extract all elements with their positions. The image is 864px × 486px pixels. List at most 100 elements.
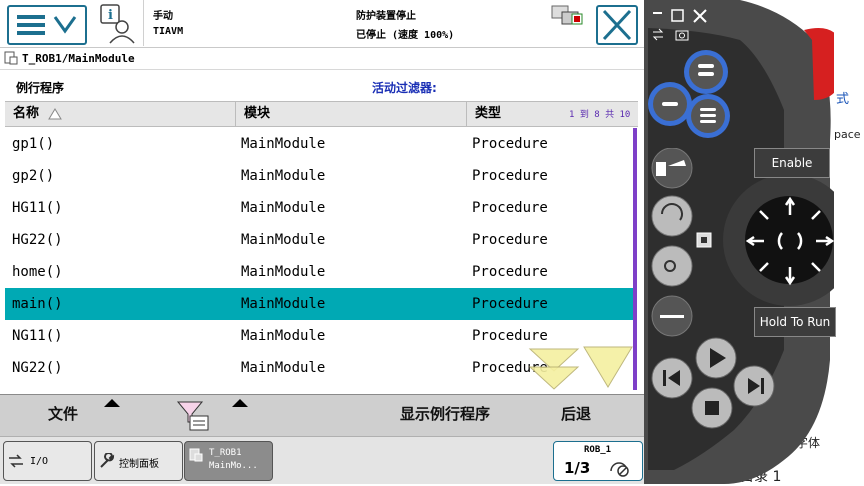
increment-key[interactable] (651, 245, 693, 287)
back-button[interactable]: 后退 (561, 395, 591, 437)
filter-bar: 例行程序 活动过滤器: (0, 72, 644, 100)
programmable-keys (648, 50, 730, 138)
table-header: 名称 模块 类型 1 到 8 共 10 (5, 101, 638, 127)
taskbar-control-panel[interactable]: 控制面板 (94, 441, 183, 481)
stop-key[interactable] (691, 387, 733, 429)
bg-text-1: 式 (836, 92, 850, 107)
start-key[interactable] (695, 337, 737, 379)
file-menu-label: 文件 (48, 405, 79, 423)
cell-module: MainModule (241, 168, 326, 184)
wrench-icon (100, 453, 115, 468)
svg-text:i: i (108, 8, 113, 23)
cell-type: Procedure (472, 168, 548, 184)
cell-name: HG22() (12, 232, 63, 248)
cell-type: Procedure (472, 232, 548, 248)
speed-icon (610, 462, 629, 477)
hold-key[interactable] (651, 295, 693, 337)
window-path-bar: T_ROB1/MainModule (0, 48, 644, 70)
io-icon (9, 454, 23, 468)
user-info-button[interactable]: i (95, 3, 139, 45)
close-button[interactable] (596, 5, 638, 45)
scroll-page-down-icon[interactable] (528, 348, 580, 390)
safety-status: 防护装置停止 (356, 11, 416, 22)
cell-type: Procedure (472, 200, 548, 216)
maximize-icon[interactable] (671, 9, 684, 22)
cell-name: NG22() (12, 360, 63, 376)
increment-fraction: 1/3 (564, 459, 591, 477)
cell-name: gp2() (12, 168, 55, 184)
windows-icon (551, 5, 583, 25)
back-label: 后退 (561, 405, 592, 423)
column-header-type[interactable]: 类型 (467, 102, 567, 126)
joystick-icon[interactable] (744, 195, 836, 287)
taskbar-io-label: I/O (30, 456, 49, 467)
mode-text: 手动 (153, 11, 173, 22)
taskbar-tab-line2: MainMo... (209, 461, 258, 471)
cell-type: Procedure (472, 264, 548, 280)
close-icon (602, 9, 632, 41)
step-backward-key[interactable] (651, 357, 693, 399)
cell-name: gp1() (12, 136, 55, 152)
table-row[interactable]: main() MainModule Procedure (5, 288, 635, 320)
taskbar-program-window[interactable]: T_ROB1 MainMo... (184, 441, 273, 481)
cell-type: Procedure (472, 296, 548, 312)
status-bar: 手动 TIAVM 防护装置停止 已停止 (速度 100%) (143, 0, 591, 46)
cell-type: Procedure (472, 136, 548, 152)
taskbar-control-panel-label: 控制面板 (119, 459, 159, 470)
system-name: TIAVM (153, 26, 184, 37)
hold-to-run-button[interactable]: Hold To Run (754, 307, 836, 337)
joystick-lock-icon[interactable] (696, 232, 712, 248)
swap-icon[interactable] (652, 28, 664, 41)
bg-text-2: pace (834, 128, 861, 141)
motion-mode-key[interactable] (651, 195, 693, 237)
column-header-name-label: 名称 (13, 106, 40, 121)
window-path: T_ROB1/MainModule (22, 52, 135, 65)
cell-name: home() (12, 264, 63, 280)
program-icon (4, 51, 18, 65)
main-menu-button[interactable] (7, 5, 87, 45)
column-header-name[interactable]: 名称 (5, 102, 236, 126)
step-forward-key[interactable] (733, 365, 775, 407)
taskbar-io[interactable]: I/O (3, 441, 92, 481)
cell-module: MainModule (241, 264, 326, 280)
pendant-toolbar (652, 28, 689, 41)
table-row[interactable]: HG11() MainModule Procedure (5, 192, 635, 224)
taskbar: I/O 控制面板 T_ROB1 MainMo... ROB_1 1/3 (0, 436, 644, 484)
enable-button[interactable]: Enable (754, 148, 830, 178)
cell-name: HG11() (12, 200, 63, 216)
scroll-controls (528, 346, 633, 390)
cell-module: MainModule (241, 360, 326, 376)
menu-icon (17, 15, 77, 35)
cell-module: MainModule (241, 200, 326, 216)
cell-module: MainModule (241, 296, 326, 312)
command-bar: 文件 显示例行程序 后退 (0, 394, 644, 436)
filter-button-icon[interactable] (176, 400, 212, 432)
run-state: 已停止 (速度 100%) (356, 30, 455, 41)
program-tab-icon (189, 448, 203, 462)
mechanical-unit-key[interactable] (651, 148, 693, 189)
function-keys (651, 148, 693, 337)
top-bar: i 手动 TIAVM 防护装置停止 已停止 (速度 100%) (0, 0, 644, 48)
scroll-down-icon[interactable] (583, 346, 633, 388)
row-range: 1 到 8 共 10 (569, 110, 631, 120)
camera-icon[interactable] (675, 30, 689, 41)
quickset-button[interactable]: ROB_1 1/3 (553, 441, 643, 481)
cell-name: NG11() (12, 328, 63, 344)
table-row[interactable]: HG22() MainModule Procedure (5, 224, 635, 256)
show-routine-label: 显示例行程序 (400, 405, 491, 423)
show-routine-button[interactable]: 显示例行程序 (400, 395, 490, 437)
active-filter-label[interactable]: 活动过滤器: (372, 79, 437, 96)
sort-ascending-icon (47, 107, 62, 119)
cell-module: MainModule (241, 328, 326, 344)
file-menu-button[interactable]: 文件 (48, 395, 78, 437)
table-row[interactable]: home() MainModule Procedure (5, 256, 635, 288)
cell-name: main() (12, 296, 63, 312)
table-row[interactable]: gp1() MainModule Procedure (5, 128, 635, 160)
file-menu-up-arrow-icon (104, 399, 120, 407)
virtual-flexpendant: 式 pace 略字体 目录 1 Enable Hold To Run (644, 0, 864, 485)
column-header-module[interactable]: 模块 (236, 102, 467, 126)
table-row[interactable]: gp2() MainModule Procedure (5, 160, 635, 192)
minimize-icon[interactable] (653, 12, 662, 14)
filter-up-arrow-icon (232, 399, 248, 407)
cell-module: MainModule (241, 232, 326, 248)
